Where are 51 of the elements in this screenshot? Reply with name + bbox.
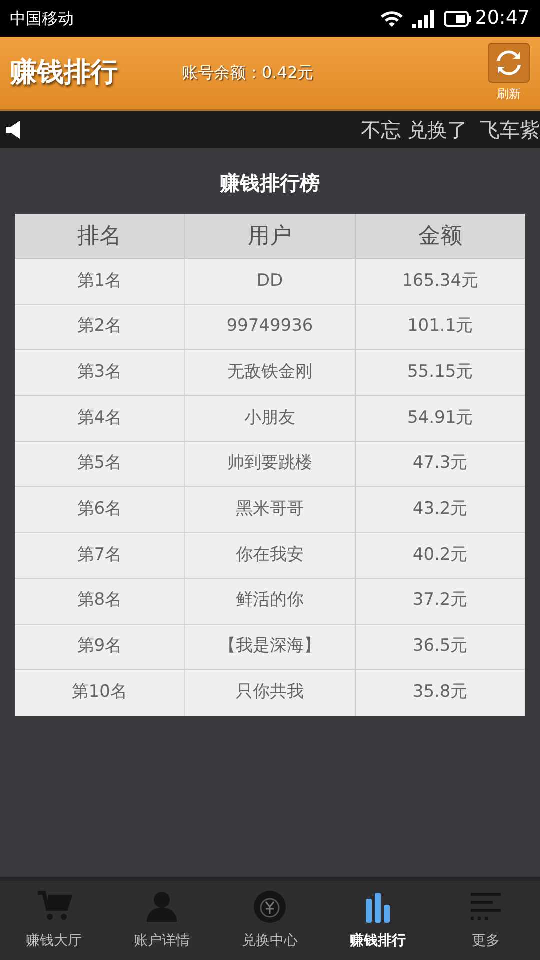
table-cell: DD xyxy=(185,259,356,304)
table-cell: 帅到要跳楼 xyxy=(185,442,356,486)
refresh-icon xyxy=(495,49,523,77)
table-cell: 你在我安 xyxy=(185,533,356,578)
person-icon xyxy=(144,889,180,925)
column-header: 金额 xyxy=(417,222,464,250)
table-cell-text: 47.3元 xyxy=(412,452,469,476)
table-cell-text: 40.2元 xyxy=(412,544,469,567)
ranking-title: 赚钱排行榜 xyxy=(220,170,320,197)
tab-item[interactable]: 赚钱大厅 xyxy=(0,881,108,960)
signal-icon xyxy=(412,10,434,28)
tab-item[interactable]: 更多 xyxy=(432,881,540,960)
table-cell: 黑米哥哥 xyxy=(185,487,356,532)
column-header: 用户 xyxy=(185,214,356,258)
coin-icon xyxy=(252,889,288,925)
table-cell: 第10名 xyxy=(15,670,186,716)
tab-item[interactable]: 赚钱排行 xyxy=(324,881,432,960)
table-cell: 鲜活的你 xyxy=(185,578,356,624)
balance-text: 账号余额：0.42元 xyxy=(182,62,314,84)
page-title: 赚钱排行 xyxy=(10,56,118,90)
speaker-icon xyxy=(6,120,22,138)
clock-time: 20:47 xyxy=(475,6,530,32)
tab-item[interactable]: 账户详情 xyxy=(108,881,216,960)
table-cell-text: 37.2元 xyxy=(412,589,469,612)
table-cell: 小朋友 xyxy=(185,396,356,441)
carrier-name: 中国移动 xyxy=(10,8,74,30)
table-cell: 第3名 xyxy=(15,350,186,396)
table-cell: 【我是深海】 xyxy=(185,624,356,670)
table-cell-text: 101.1元 xyxy=(406,315,474,338)
table-cell: 第2名 xyxy=(15,304,186,350)
table-cell: 第6名 xyxy=(15,487,186,532)
column-header: 排名 xyxy=(15,214,186,258)
tab-item[interactable]: 兑换中心 xyxy=(216,881,324,960)
table-cell: 99749936 xyxy=(185,304,356,350)
table-cell: 只你共我 xyxy=(185,670,356,716)
table-cell: 第4名 xyxy=(15,396,186,441)
table-cell-text: 165.34元 xyxy=(401,270,480,293)
table-cell: 第8名 xyxy=(15,578,186,624)
wifi-icon xyxy=(380,10,404,28)
table-cell-text: 43.2元 xyxy=(412,498,469,522)
table-cell: 第9名 xyxy=(15,624,186,670)
table-cell-text: 54.91元 xyxy=(406,406,474,430)
table-cell: 无敌铁金刚 xyxy=(185,350,356,396)
table-cell: 第5名 xyxy=(15,442,186,486)
battery-icon xyxy=(444,10,472,26)
table-cell: 第7名 xyxy=(15,533,186,578)
table-cell: 第1名 xyxy=(15,259,186,304)
table-cell-text: 55.15元 xyxy=(406,360,474,384)
table-cell-text: 36.5元 xyxy=(412,635,469,658)
table-cell-text: 35.8元 xyxy=(412,681,469,704)
ticker-text: 不忘 兑换了 飞车紫 xyxy=(360,116,540,144)
